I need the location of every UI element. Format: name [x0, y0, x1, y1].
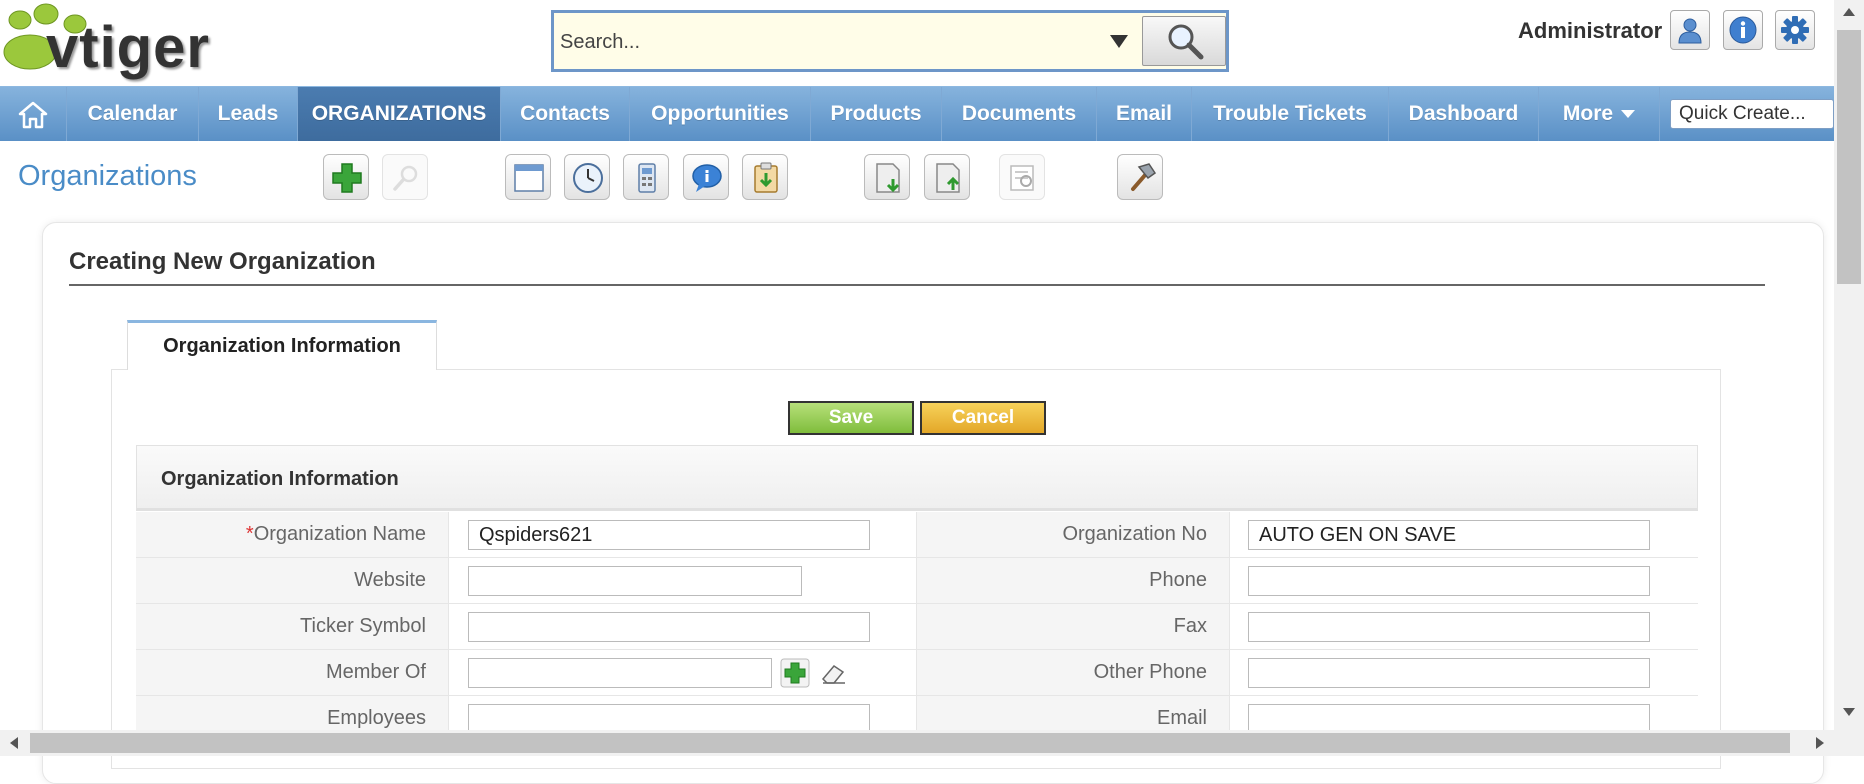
import-icon — [876, 163, 900, 193]
cancel-button[interactable]: Cancel — [920, 401, 1046, 435]
label-cell: Phone — [916, 558, 1230, 603]
search-button[interactable] — [1142, 16, 1226, 66]
nav-organizations[interactable]: ORGANIZATIONS — [298, 87, 501, 141]
search-input[interactable] — [558, 17, 1122, 67]
section-title: Organization Information — [161, 468, 399, 490]
website-input[interactable] — [468, 566, 802, 596]
clipboard-icon — [754, 162, 778, 193]
member-of-label: Member Of — [325, 661, 426, 683]
required-marker: * — [245, 523, 254, 545]
settings-gear-icon[interactable] — [1775, 10, 1815, 50]
nav-trouble-tickets[interactable]: Trouble Tickets — [1192, 87, 1389, 141]
nav-contacts[interactable]: Contacts — [501, 87, 630, 141]
ticker-symbol-label: Ticker Symbol — [300, 615, 426, 637]
employees-label: Employees — [327, 707, 426, 729]
eraser-icon — [821, 665, 845, 684]
import-button[interactable] — [864, 154, 910, 200]
scroll-right-icon[interactable] — [1816, 737, 1824, 749]
form-row: Website Phone — [136, 558, 1698, 604]
scroll-down-icon[interactable] — [1843, 708, 1855, 716]
other-phone-input[interactable] — [1248, 658, 1650, 688]
nav-calendar[interactable]: Calendar — [67, 87, 199, 141]
home-button[interactable] — [0, 87, 67, 141]
label-cell: Organization No — [916, 512, 1230, 557]
phone-label: Phone — [1149, 569, 1207, 591]
fax-label: Fax — [1173, 615, 1207, 637]
save-button[interactable]: Save — [788, 401, 914, 435]
form-row: *Organization Name Organization No — [136, 512, 1698, 558]
member-of-input[interactable] — [468, 658, 772, 688]
chat-icon — [692, 164, 722, 192]
section-header: Organization Information — [136, 445, 1698, 511]
add-plus-icon — [332, 163, 362, 193]
nav-leads[interactable]: Leads — [199, 87, 298, 141]
clipboard-button[interactable] — [742, 154, 788, 200]
user-name: Administrator — [1518, 18, 1663, 43]
chat-button[interactable] — [683, 154, 729, 200]
nav-dashboard[interactable]: Dashboard — [1389, 87, 1539, 141]
heading-divider — [69, 284, 1765, 286]
global-search — [551, 10, 1229, 72]
nav-documents[interactable]: Documents — [942, 87, 1097, 141]
nav-email[interactable]: Email — [1097, 87, 1192, 141]
organization-name-input[interactable] — [468, 520, 870, 550]
user-icon[interactable] — [1670, 10, 1710, 50]
organization-no-input[interactable] — [1248, 520, 1650, 550]
label-cell: Other Phone — [916, 650, 1230, 695]
nav-products[interactable]: Products — [811, 87, 942, 141]
calculator-icon — [638, 163, 656, 193]
home-icon — [18, 101, 48, 129]
calendar-icon — [514, 164, 544, 192]
label-cell: Website — [136, 558, 449, 603]
clock-button[interactable] — [564, 154, 610, 200]
quick-create-select[interactable]: Quick Create... — [1670, 99, 1834, 129]
nav-more[interactable]: More — [1539, 87, 1660, 141]
label-cell: Member Of — [136, 650, 449, 695]
select-parent-button[interactable] — [780, 658, 810, 688]
logo-text: vtiger — [46, 15, 210, 80]
form-row: Ticker Symbol Fax — [136, 604, 1698, 650]
module-settings-button[interactable] — [1117, 154, 1163, 200]
magnifier-icon — [1168, 24, 1204, 60]
horizontal-scroll-thumb[interactable] — [30, 733, 1790, 753]
settings-hammer-icon — [1131, 163, 1157, 191]
main-navigation: Calendar Leads ORGANIZATIONS Contacts Op… — [0, 86, 1834, 141]
label-cell: Ticker Symbol — [136, 604, 449, 649]
organization-no-label: Organization No — [1062, 523, 1207, 545]
find-duplicates-button — [999, 154, 1045, 200]
phone-input[interactable] — [1248, 566, 1650, 596]
info-icon[interactable] — [1723, 10, 1763, 50]
clear-parent-button[interactable] — [818, 658, 848, 688]
label-cell: Fax — [916, 604, 1230, 649]
fax-input[interactable] — [1248, 612, 1650, 642]
module-title[interactable]: Organizations — [18, 160, 197, 193]
nav-opportunities[interactable]: Opportunities — [630, 87, 811, 141]
vtiger-logo[interactable]: vtiger — [0, 0, 300, 84]
page-title: Creating New Organization — [69, 248, 376, 275]
create-organization-button[interactable] — [323, 154, 369, 200]
email-label: Email — [1156, 707, 1207, 729]
label-cell: *Organization Name — [136, 512, 449, 557]
caret-down-icon — [1621, 110, 1636, 119]
calendar-button[interactable] — [505, 154, 551, 200]
other-phone-label: Other Phone — [1093, 661, 1207, 683]
search-disabled-icon — [393, 165, 418, 191]
search-dropdown-icon[interactable] — [1110, 35, 1128, 48]
export-icon — [936, 163, 960, 193]
clock-icon — [573, 163, 603, 193]
vertical-scroll-thumb[interactable] — [1837, 30, 1861, 284]
find-duplicates-icon — [1010, 165, 1034, 191]
search-disabled-button — [382, 154, 428, 200]
website-label: Website — [354, 569, 426, 591]
organization-name-label: *Organization Name — [245, 523, 426, 545]
export-button[interactable] — [924, 154, 970, 200]
tab-organization-information[interactable]: Organization Information — [127, 320, 437, 370]
ticker-symbol-input[interactable] — [468, 612, 870, 642]
scroll-up-icon[interactable] — [1843, 8, 1855, 16]
calculator-button[interactable] — [623, 154, 669, 200]
scroll-left-icon[interactable] — [10, 737, 18, 749]
form-row: Member Of Other Phone — [136, 650, 1698, 696]
add-plus-icon — [780, 658, 810, 688]
